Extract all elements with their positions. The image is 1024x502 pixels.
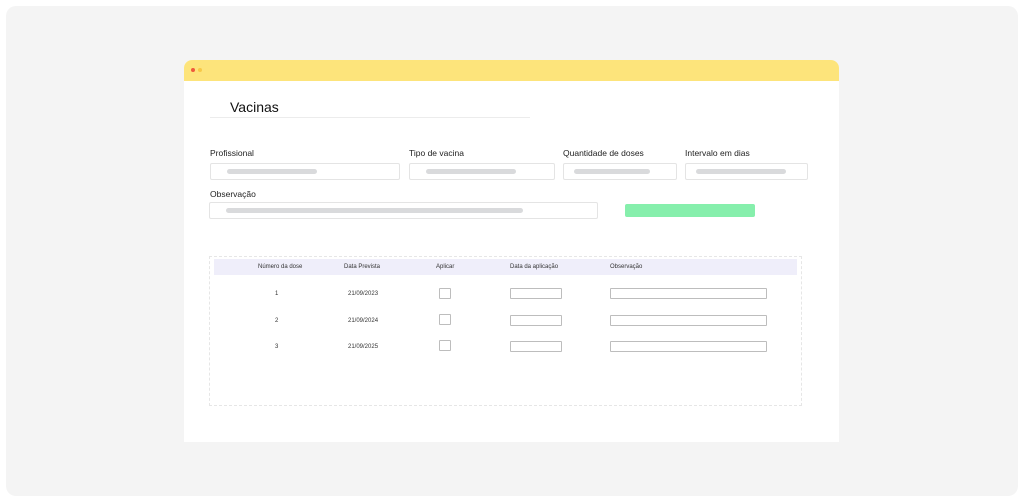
row-3-observacao-input[interactable] [610, 341, 767, 352]
tipo-vacina-label: Tipo de vacina [409, 148, 464, 158]
title-divider [210, 117, 530, 118]
row-1-observacao-input[interactable] [610, 288, 767, 299]
row-3-aplicar-checkbox[interactable] [439, 340, 451, 351]
row-3-data-aplicacao-input[interactable] [510, 341, 562, 352]
header-observacao: Observação [610, 264, 643, 270]
doses-table: Número da dose Data Prevista Aplicar Dat… [209, 256, 802, 406]
header-numero-dose: Número da dose [258, 264, 303, 270]
row-2-data-aplicacao-input[interactable] [510, 315, 562, 326]
row-1-aplicar-checkbox[interactable] [439, 288, 451, 299]
minimize-dot-icon[interactable] [198, 68, 202, 72]
submit-button[interactable] [625, 204, 755, 217]
header-data-aplicacao: Data da aplicação [510, 264, 559, 270]
row-3-dose: 3 [275, 344, 279, 350]
quantidade-doses-field[interactable] [563, 163, 677, 180]
page-title: Vacinas [230, 99, 279, 115]
placeholder-skeleton [226, 208, 523, 213]
row-2-aplicar-checkbox[interactable] [439, 314, 451, 325]
title-bar [184, 60, 839, 81]
profissional-field[interactable] [210, 163, 400, 180]
quantidade-doses-label: Quantidade de doses [563, 148, 644, 158]
intervalo-dias-label: Intervalo em dias [685, 148, 750, 158]
observacao-label: Observação [210, 189, 256, 199]
header-aplicar: Aplicar [436, 264, 455, 270]
row-1-dose: 1 [275, 291, 279, 297]
row-3-data-prevista: 21/09/2025 [348, 344, 379, 350]
close-dot-icon[interactable] [191, 68, 195, 72]
app-window: Vacinas Profissional Tipo de vacina Quan… [184, 60, 839, 442]
intervalo-dias-field[interactable] [685, 163, 808, 180]
placeholder-skeleton [227, 169, 317, 174]
row-2-observacao-input[interactable] [610, 315, 767, 326]
row-2-dose: 2 [275, 318, 279, 324]
tipo-vacina-field[interactable] [409, 163, 555, 180]
row-1-data-aplicacao-input[interactable] [510, 288, 562, 299]
observacao-field[interactable] [209, 202, 598, 219]
placeholder-skeleton [574, 169, 650, 174]
placeholder-skeleton [696, 169, 786, 174]
header-data-prevista: Data Prevista [344, 264, 381, 270]
placeholder-skeleton [426, 169, 516, 174]
row-1-data-prevista: 21/09/2023 [348, 291, 379, 297]
row-2-data-prevista: 21/09/2024 [348, 318, 379, 324]
profissional-label: Profissional [210, 148, 254, 158]
table-header: Número da dose Data Prevista Aplicar Dat… [214, 259, 797, 275]
